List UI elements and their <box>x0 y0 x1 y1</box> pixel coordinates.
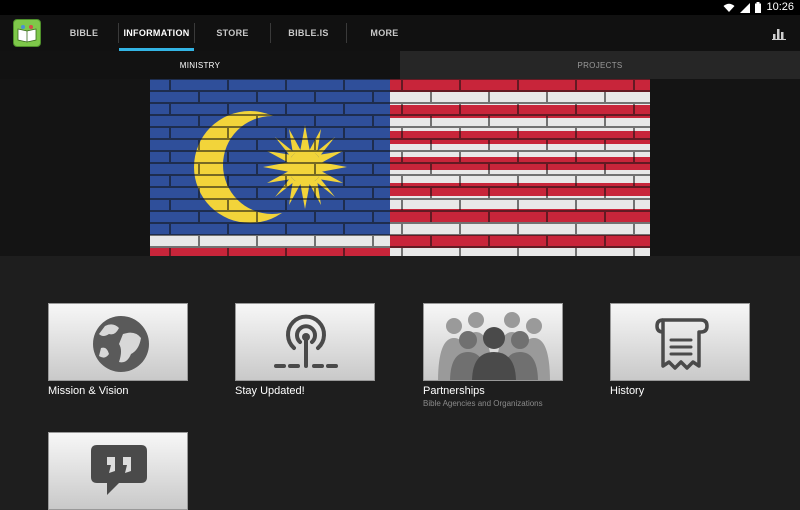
card-title: Stay Updated! <box>235 385 305 397</box>
tab-bible[interactable]: BIBLE <box>50 15 118 51</box>
card-title: Mission & Vision <box>48 385 129 397</box>
ministry-grid: Mission & Vision Stay Updated! Partnersh… <box>0 256 800 510</box>
card-title: Partnerships <box>423 385 485 397</box>
status-bar: 10:26 <box>0 0 800 15</box>
card-tile[interactable] <box>48 303 188 381</box>
signal-icon <box>740 2 751 13</box>
battery-icon <box>755 2 762 13</box>
tab-bible-is[interactable]: BIBLE.IS <box>271 15 346 51</box>
sub-tabs: MINISTRY PROJECTS <box>0 51 800 79</box>
status-time: 10:26 <box>766 1 794 13</box>
card-partnerships[interactable]: Partnerships Bible Agencies and Organiza… <box>423 303 565 409</box>
card-tile[interactable] <box>610 303 750 381</box>
globe-icon <box>93 316 149 372</box>
card-history[interactable]: History <box>610 303 752 398</box>
quote-bubble-icon <box>91 445 147 495</box>
card-subtitle: Bible Agencies and Organizations <box>423 399 543 408</box>
tab-more[interactable]: MORE <box>347 15 422 51</box>
app-logo[interactable] <box>13 19 41 47</box>
open-book-icon <box>17 25 37 43</box>
card-tile[interactable] <box>235 303 375 381</box>
card-tile[interactable] <box>48 432 188 510</box>
scroll-icon <box>655 318 709 370</box>
card-title: History <box>610 385 645 397</box>
subtab-projects[interactable]: PROJECTS <box>400 51 800 79</box>
wifi-icon <box>723 3 735 12</box>
subtab-ministry[interactable]: MINISTRY <box>0 51 400 79</box>
broadcast-icon <box>274 314 338 368</box>
hero-banner <box>0 79 800 256</box>
card-mission-vision[interactable]: Mission & Vision <box>48 303 190 398</box>
people-group-icon <box>438 312 550 380</box>
card-tile[interactable] <box>423 303 563 381</box>
card-testimonials[interactable] <box>48 432 190 510</box>
action-bar: BIBLE INFORMATION STORE BIBLE.IS MORE <box>0 15 800 51</box>
bar-chart-icon[interactable] <box>772 26 786 40</box>
malaysia-flag-brick-image <box>150 79 650 256</box>
card-stay-updated[interactable]: Stay Updated! <box>235 303 377 398</box>
tab-store[interactable]: STORE <box>195 15 270 51</box>
main-tabs: BIBLE INFORMATION STORE BIBLE.IS MORE <box>50 15 422 51</box>
status-icons: 10:26 <box>723 1 794 14</box>
tab-information[interactable]: INFORMATION <box>119 15 194 51</box>
